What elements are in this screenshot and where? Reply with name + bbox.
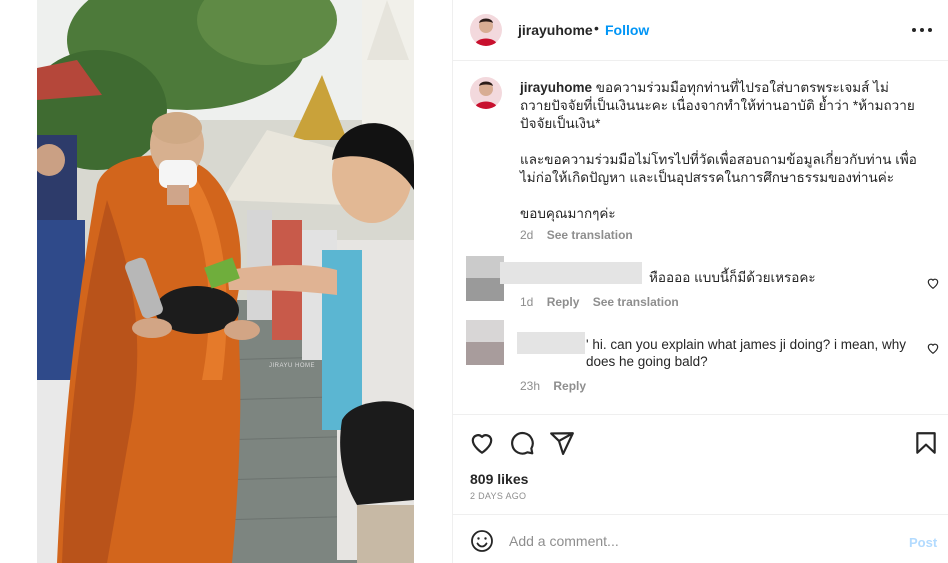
post-time-ago: 2 DAYS AGO [470, 491, 527, 501]
comment-2-like-icon[interactable] [926, 341, 940, 355]
comment-1-see-translation[interactable]: See translation [593, 295, 679, 309]
photo-column: JIRAYU HOME [0, 0, 452, 563]
post-photo[interactable]: JIRAYU HOME [37, 0, 414, 563]
caption-paragraph-2: และขอความร่วมมือไม่โทรไปที่วัดเพื่อสอบถา… [520, 152, 917, 185]
post-comment-button[interactable]: Post [909, 535, 937, 550]
caption-paragraph-3: ขอบคุณมากๆค่ะ [520, 206, 616, 221]
comment-1-username-redacted [500, 262, 642, 284]
save-icon[interactable] [913, 430, 939, 456]
instagram-post-view: JIRAYU HOME jirayuhome • Follow jirayuho… [0, 0, 948, 563]
emoji-icon[interactable] [470, 529, 494, 553]
comment-2-text: ' hi. can you explain what james ji doin… [586, 337, 906, 369]
header-separator: • [594, 20, 599, 36]
photo-illustration [37, 0, 414, 563]
comments-scroll-area[interactable]: jirayuhome ขอความร่วมมือทุกท่านที่ไปรอใส… [453, 62, 948, 412]
comment-2-avatar[interactable] [466, 320, 504, 365]
follow-button[interactable]: Follow [605, 22, 649, 38]
comment-2-reply[interactable]: Reply [553, 379, 586, 393]
comment-1-time: 1d [520, 295, 534, 309]
more-options-icon[interactable] [909, 21, 935, 39]
post-detail-panel: jirayuhome • Follow jirayuhome ขอความร่ว… [452, 0, 948, 563]
post-header: jirayuhome • Follow [453, 0, 948, 61]
add-comment-bar: Post [453, 514, 948, 563]
comment-2-text-line: ' hi. can you explain what james ji doin… [586, 336, 921, 370]
like-icon[interactable] [469, 430, 495, 456]
comment-1-like-icon[interactable] [926, 276, 940, 290]
comment-icon[interactable] [509, 430, 535, 456]
comment-1-avatar[interactable] [466, 256, 504, 301]
caption-paragraph-1: jirayuhome ขอความร่วมมือทุกท่านที่ไปรอใส… [520, 79, 920, 133]
photo-watermark: JIRAYU HOME [269, 363, 316, 369]
author-avatar[interactable] [470, 14, 502, 46]
comment-1-meta: 1d Reply See translation [520, 295, 689, 309]
comment-input[interactable] [509, 530, 889, 552]
comment-2-time: 23h [520, 379, 541, 393]
caption-username[interactable]: jirayuhome [520, 80, 592, 95]
post-actions [453, 414, 948, 464]
caption-see-translation[interactable]: See translation [547, 228, 633, 242]
author-username[interactable]: jirayuhome [518, 22, 593, 38]
caption-time: 2d [520, 228, 534, 242]
likes-count[interactable]: 809 likes [470, 471, 528, 487]
comment-1-text: หืออออ แบบนี้ก็มีด้วยเหรอคะ [649, 270, 816, 285]
caption-author-avatar[interactable] [470, 77, 502, 109]
post-caption: jirayuhome ขอความร่วมมือทุกท่านที่ไปรอใส… [520, 79, 920, 223]
comment-2-username-redacted [517, 332, 585, 354]
caption-meta: 2d See translation [520, 228, 643, 242]
comment-1-reply[interactable]: Reply [547, 295, 580, 309]
share-icon[interactable] [549, 430, 575, 456]
comment-2-meta: 23h Reply [520, 379, 596, 393]
